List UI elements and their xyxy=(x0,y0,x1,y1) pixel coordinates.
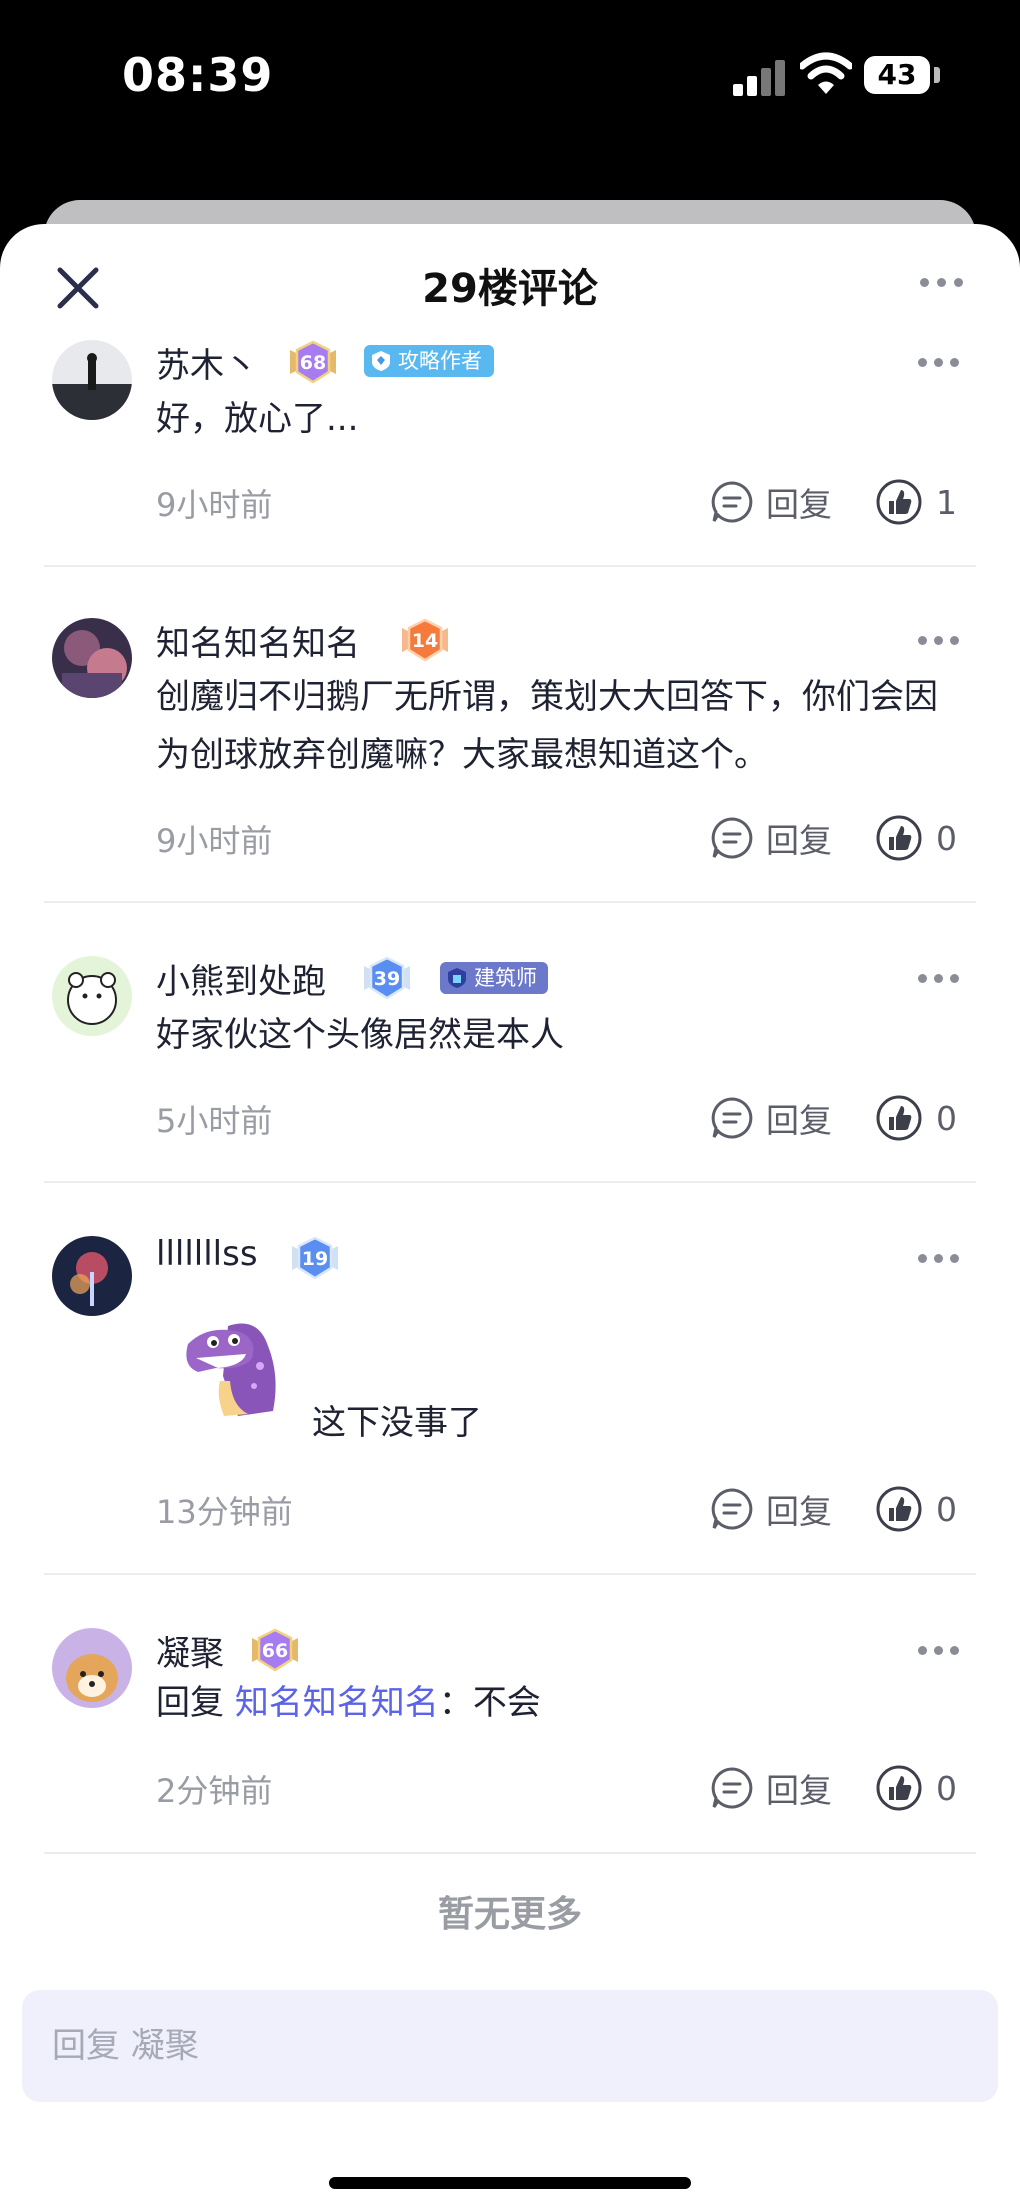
thumbs-up-icon xyxy=(876,1095,922,1141)
reply-separator: ： xyxy=(438,1683,473,1723)
like-button[interactable]: 0 xyxy=(876,1485,957,1533)
username[interactable]: lllllllss xyxy=(156,1234,258,1274)
comment-more-icon[interactable] xyxy=(918,352,968,372)
level-number: 19 xyxy=(302,1248,328,1270)
avatar[interactable] xyxy=(52,618,132,698)
level-badge-icon: 68 xyxy=(290,340,336,384)
like-button[interactable]: 0 xyxy=(876,1764,957,1812)
divider xyxy=(44,565,976,567)
comment-more-icon[interactable] xyxy=(918,630,968,650)
username[interactable]: 凝聚 xyxy=(156,1626,224,1675)
level-number: 68 xyxy=(300,352,326,374)
status-time: 08:39 xyxy=(122,48,274,102)
divider xyxy=(44,901,976,903)
dinosaur-sticker-icon xyxy=(186,1323,276,1416)
like-count: 0 xyxy=(936,818,957,858)
comment-text: 创魔归不归鹅厂无所谓，策划大大回答下，你们会因为创球放弃创魔嘛？大家最想知道这个… xyxy=(156,677,938,775)
home-indicator xyxy=(329,2177,691,2189)
reply-label: 回复 xyxy=(766,1492,832,1531)
thumbs-up-icon xyxy=(876,815,922,861)
reply-button[interactable]: 回复 xyxy=(710,814,832,862)
reply-label: 回复 xyxy=(766,821,832,860)
comment-time: 9小时前 xyxy=(156,486,273,524)
comment-text: 这下没事了 xyxy=(312,1403,482,1443)
reply-icon xyxy=(711,481,753,523)
comment-text: 好家伙这个头像居然是本人 xyxy=(156,1015,564,1055)
like-count: 0 xyxy=(936,1098,957,1138)
tag-label: 攻略作者 xyxy=(398,349,482,373)
reply-label: 回复 xyxy=(766,1771,832,1810)
builder-tag: 建筑师 xyxy=(440,962,548,994)
like-count: 1 xyxy=(936,482,957,522)
level-badge-icon: 39 xyxy=(364,956,410,1000)
level-badge-icon: 19 xyxy=(292,1236,338,1280)
comment-more-icon[interactable] xyxy=(918,1640,968,1660)
reply-prefix: 回复 xyxy=(156,1683,224,1723)
level-number: 39 xyxy=(374,968,400,990)
page-title: 29楼评论 xyxy=(422,266,598,312)
comment-more-icon[interactable] xyxy=(918,968,968,988)
level-badge-icon: 14 xyxy=(402,618,448,662)
reply-button[interactable]: 回复 xyxy=(710,1485,832,1533)
comment-time: 9小时前 xyxy=(156,822,273,860)
avatar[interactable] xyxy=(52,1236,132,1316)
reply-button[interactable]: 回复 xyxy=(710,1094,832,1142)
signal-icon xyxy=(733,58,789,96)
like-count: 0 xyxy=(936,1768,957,1808)
level-badge-icon: 66 xyxy=(252,1628,298,1672)
wifi-icon xyxy=(800,52,852,94)
comment-time: 5小时前 xyxy=(156,1102,273,1140)
username[interactable]: 知名知名知名 xyxy=(156,616,360,665)
battery-icon: 43 xyxy=(864,56,930,94)
level-number: 66 xyxy=(262,1640,288,1662)
comment-time: 13分钟前 xyxy=(156,1493,293,1531)
like-button[interactable]: 1 xyxy=(876,478,957,526)
more-options-icon[interactable] xyxy=(920,270,976,294)
author-tag: 攻略作者 xyxy=(364,345,494,377)
reply-button[interactable]: 回复 xyxy=(710,478,832,526)
shield-icon xyxy=(372,351,390,371)
comment-more-icon[interactable] xyxy=(918,1248,968,1268)
username[interactable]: 苏木丶 xyxy=(156,338,258,387)
reply-target-link[interactable]: 知名知名知名 xyxy=(235,1683,439,1723)
divider xyxy=(44,1181,976,1183)
tag-label: 建筑师 xyxy=(474,966,537,990)
battery-level: 43 xyxy=(877,58,917,91)
thumbs-up-icon xyxy=(876,479,922,525)
reply-icon xyxy=(711,1097,753,1139)
like-button[interactable]: 0 xyxy=(876,1094,957,1142)
divider xyxy=(44,1573,976,1575)
avatar[interactable] xyxy=(52,340,132,420)
reply-icon xyxy=(711,1488,753,1530)
level-number: 14 xyxy=(412,630,438,652)
comment-text: 好，放心了... xyxy=(156,399,359,439)
no-more-label: 暂无更多 xyxy=(437,1894,582,1935)
comment-time: 2分钟前 xyxy=(156,1772,273,1810)
avatar[interactable] xyxy=(52,1628,132,1708)
thumbs-up-icon xyxy=(876,1486,922,1532)
avatar[interactable] xyxy=(52,956,132,1036)
shield-icon xyxy=(448,968,466,988)
status-bar: 08:39 43 xyxy=(0,0,1020,150)
reply-label: 回复 xyxy=(766,485,832,524)
reply-button[interactable]: 回复 xyxy=(710,1764,832,1812)
like-count: 0 xyxy=(936,1489,957,1529)
comment-text: 回复 知名知名知名：不会 xyxy=(156,1674,946,1732)
reply-body: 不会 xyxy=(472,1683,541,1723)
reply-icon xyxy=(711,1767,753,1809)
thumbs-up-icon xyxy=(876,1765,922,1811)
like-button[interactable]: 0 xyxy=(876,814,957,862)
divider xyxy=(44,1852,976,1854)
reply-input[interactable]: 回复 凝聚 xyxy=(22,1990,998,2102)
reply-label: 回复 xyxy=(766,1101,832,1140)
battery-tip xyxy=(934,67,940,83)
reply-icon xyxy=(711,817,753,859)
username[interactable]: 小熊到处跑 xyxy=(156,954,326,1003)
